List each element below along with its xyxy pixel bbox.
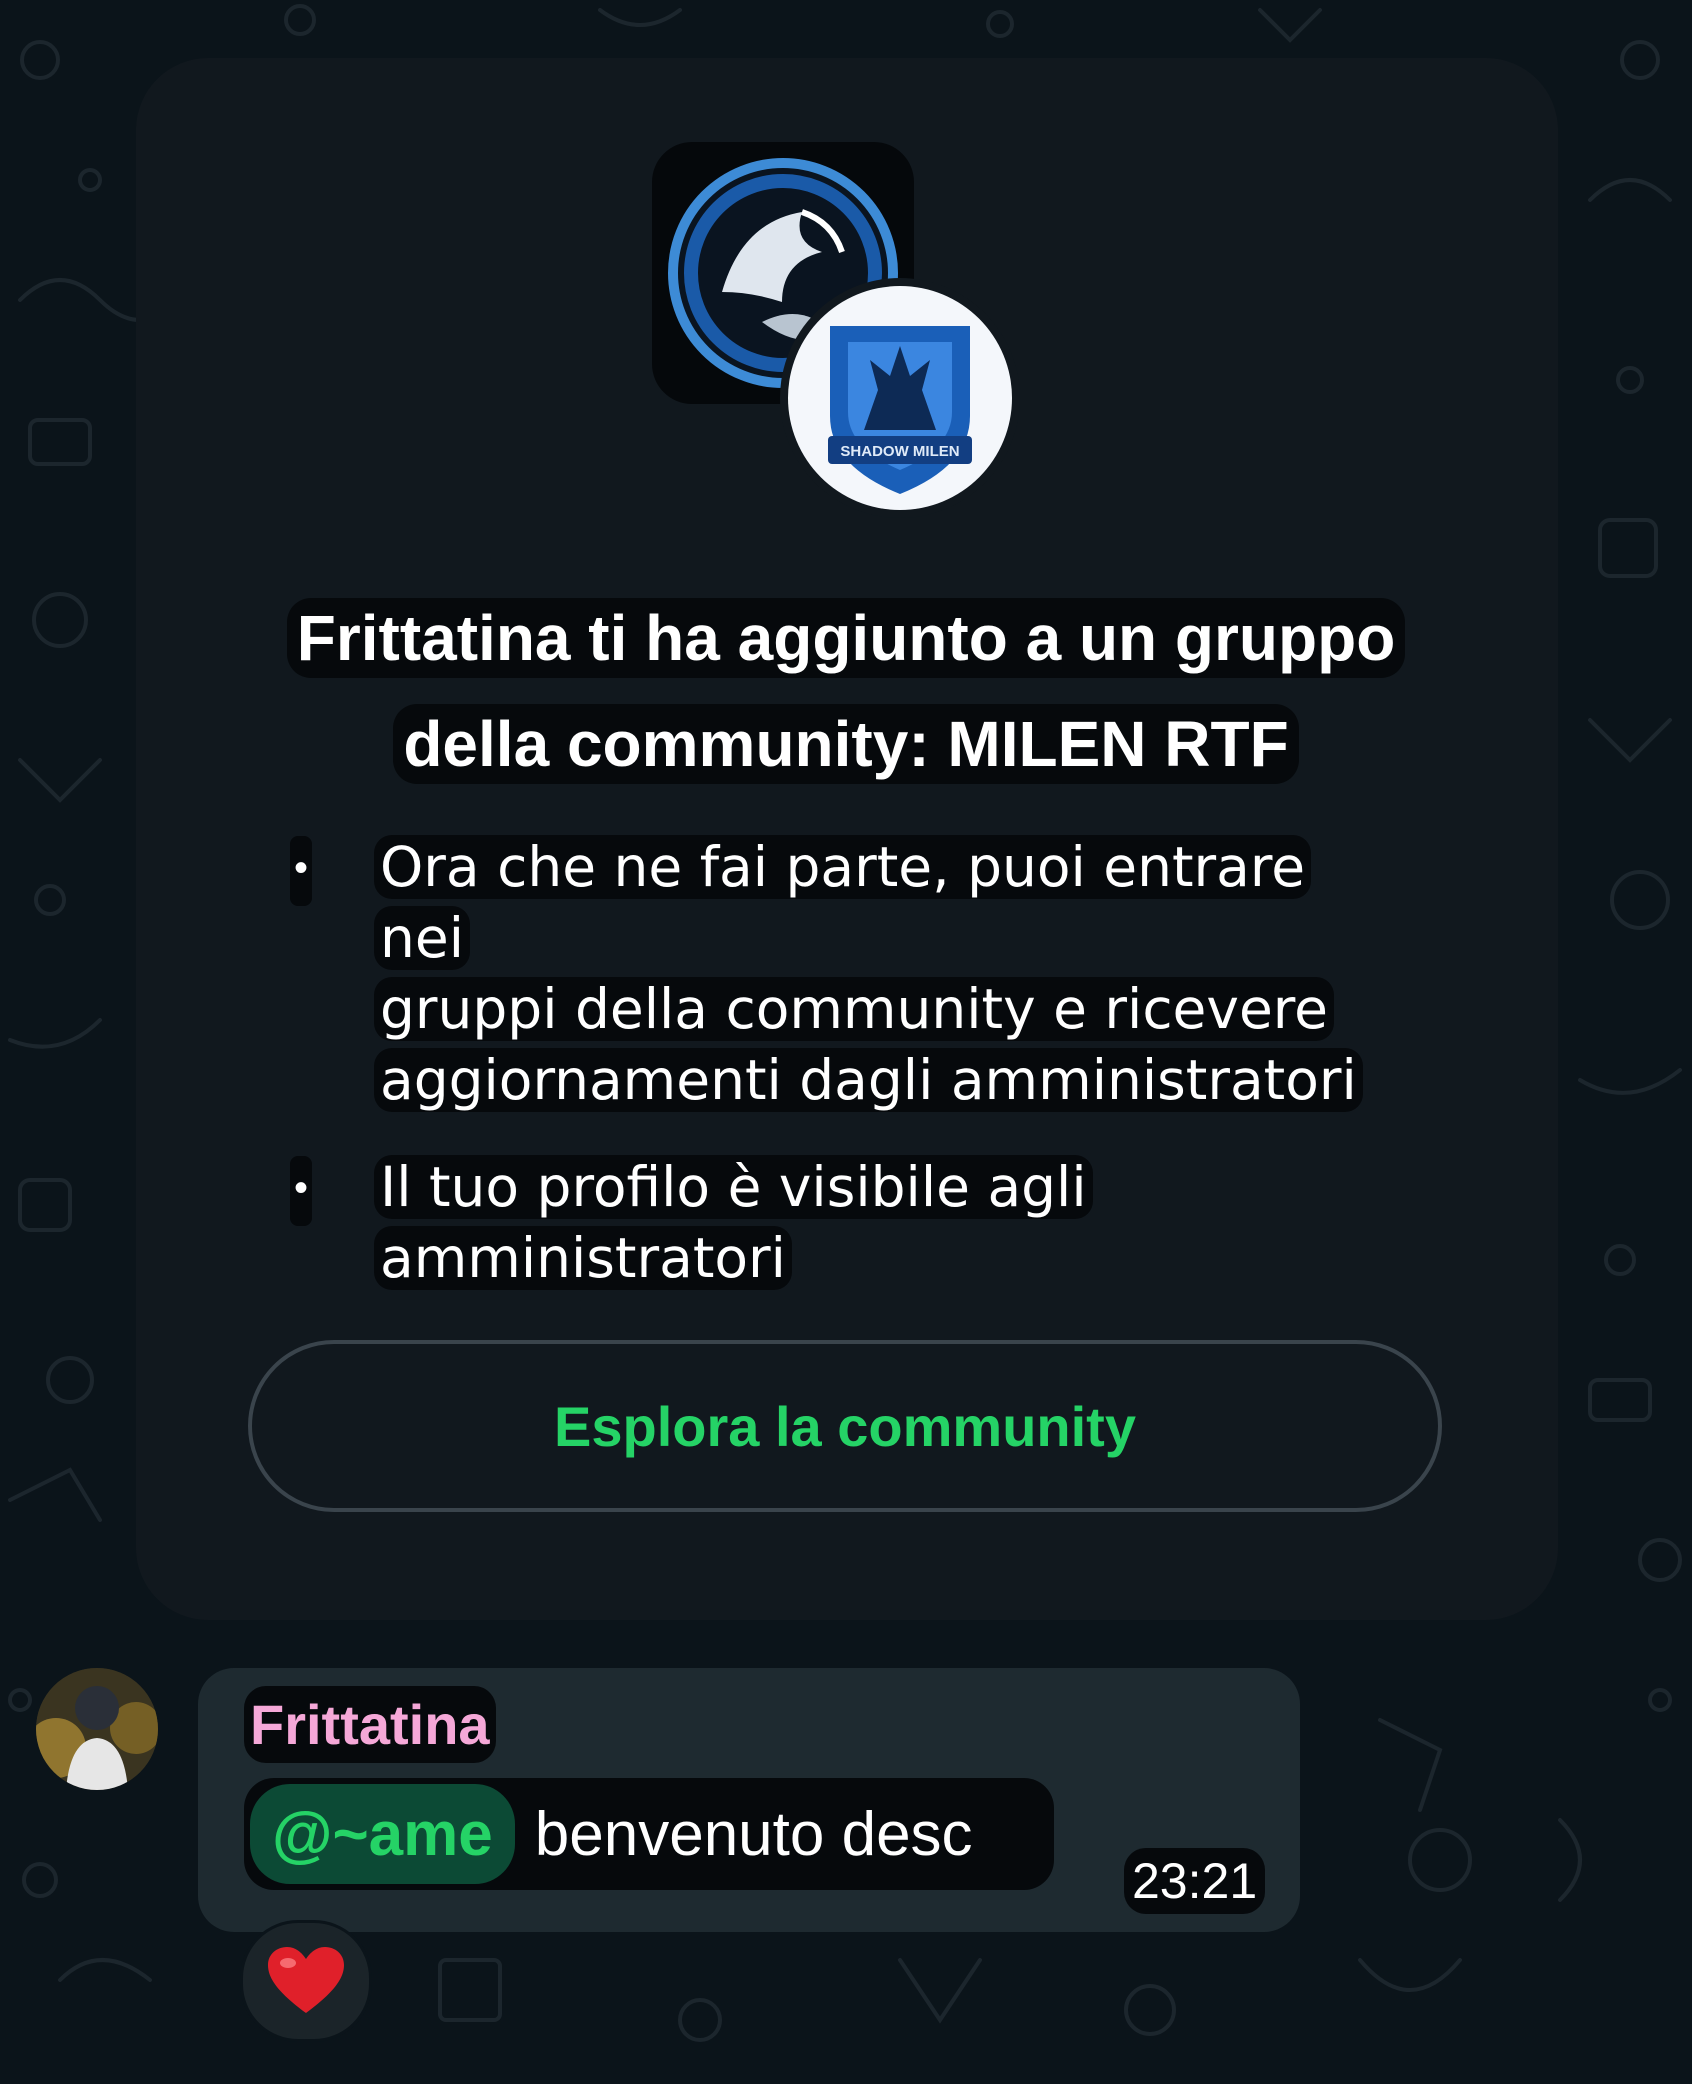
sender-name[interactable]: Frittatina — [244, 1686, 496, 1763]
bullet-text: amministratori — [374, 1226, 792, 1290]
user-avatar-icon — [36, 1668, 158, 1790]
sender-avatar[interactable] — [36, 1668, 158, 1790]
heart-icon — [268, 1947, 344, 2013]
community-avatars: SHADOW MILEN — [652, 142, 1032, 522]
message-text: benvenuto desc — [534, 1799, 973, 1869]
bullet-text: Il tuo profilo è visibile agli — [374, 1155, 1093, 1219]
message-body: @~ame benvenuto desc — [244, 1778, 1054, 1890]
bullet-text: Ora che ne fai parte, puoi entrare nei — [374, 835, 1312, 970]
shadow-milen-logo-icon: SHADOW MILEN — [828, 326, 972, 494]
bullet-text: aggiornamenti dagli amministratori — [374, 1048, 1363, 1112]
community-icon: SHADOW MILEN — [780, 278, 1020, 518]
card-title-line2: della community: MILEN RTF — [393, 704, 1299, 784]
bullet-dot-icon: • — [290, 1156, 312, 1226]
explore-community-button[interactable]: Esplora la community — [248, 1340, 1442, 1512]
info-bullet-list: • Ora che ne fai parte, puoi entrare nei… — [290, 832, 1410, 1330]
bullet-text: gruppi della community e ricevere — [374, 977, 1335, 1041]
card-title: Frittatina ti ha aggiunto a un gruppo de… — [160, 585, 1532, 797]
card-title-line1: Frittatina ti ha aggiunto a un gruppo — [286, 598, 1406, 678]
message-timestamp: 23:21 — [1124, 1848, 1266, 1914]
message-reaction[interactable] — [240, 1920, 372, 2042]
info-bullet: • Ora che ne fai parte, puoi entrare nei… — [290, 832, 1410, 1116]
incoming-message-bubble[interactable]: Frittatina @~ame benvenuto desc 23:21 — [198, 1668, 1300, 1932]
info-bullet: • Il tuo profilo è visibile agli amminis… — [290, 1152, 1410, 1294]
bullet-dot-icon: • — [290, 836, 312, 906]
svg-text:SHADOW MILEN: SHADOW MILEN — [840, 443, 959, 460]
mention-tag[interactable]: @~ame — [250, 1784, 515, 1884]
